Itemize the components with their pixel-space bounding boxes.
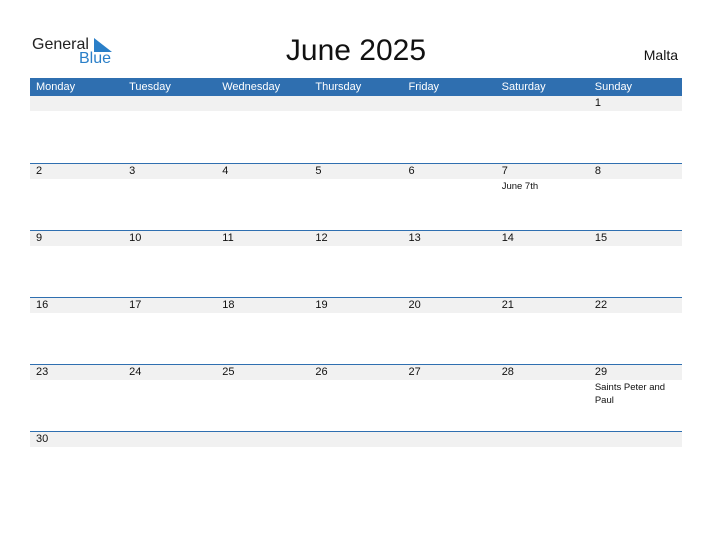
day-cell: 21 bbox=[496, 298, 589, 364]
day-cell: 19 bbox=[309, 298, 402, 364]
day-number: 7 bbox=[501, 165, 508, 177]
day-cell: 13 bbox=[403, 231, 496, 297]
day-cell: 12 bbox=[309, 231, 402, 297]
day-number: 24 bbox=[129, 366, 142, 378]
day-cell: 24 bbox=[123, 365, 216, 431]
calendar-title: June 2025 bbox=[285, 34, 427, 67]
day-number: 14 bbox=[501, 232, 514, 244]
day-cell bbox=[309, 96, 402, 162]
weekday-tuesday: Tuesday bbox=[129, 81, 171, 93]
day-cell bbox=[30, 96, 123, 162]
day-number: 12 bbox=[315, 232, 328, 244]
day-cell: 30 bbox=[30, 432, 123, 498]
day-number: 15 bbox=[594, 232, 608, 244]
weekday-header: Monday Tuesday Wednesday Thursday Friday Satu… bbox=[30, 78, 682, 96]
day-cell: 15 bbox=[589, 231, 682, 297]
weekday-friday: Friday bbox=[408, 81, 440, 93]
day-number: 5 bbox=[315, 165, 322, 177]
day-number: 8 bbox=[594, 165, 601, 177]
day-number: 16 bbox=[36, 299, 49, 311]
day-number: 28 bbox=[501, 366, 514, 378]
day-number: 6 bbox=[408, 165, 415, 177]
day-number: 29 bbox=[594, 366, 608, 378]
day-number: 20 bbox=[408, 299, 421, 311]
weekday-sunday: Sunday bbox=[594, 81, 633, 93]
day-cell: 11 bbox=[216, 231, 309, 297]
weekday-wednesday: Wednesday bbox=[222, 81, 281, 93]
day-cell: 29 Saints Peter and Paul bbox=[589, 365, 682, 431]
day-number: 18 bbox=[222, 299, 235, 311]
day-number: 25 bbox=[222, 366, 235, 378]
weekday-saturday: Saturday bbox=[501, 81, 546, 93]
week-row: 2 3 4 5 6 7 June 7th 8 bbox=[30, 163, 682, 230]
day-cell: 1 bbox=[589, 96, 682, 162]
day-cell: 23 bbox=[30, 365, 123, 431]
day-cell bbox=[496, 432, 589, 498]
day-number: 11 bbox=[222, 232, 234, 244]
day-cell: 9 bbox=[30, 231, 123, 297]
calendar-grid: Monday Tuesday Wednesday Thursday Friday Satu… bbox=[30, 78, 682, 451]
week-row: 9 10 11 12 13 14 15 bbox=[30, 230, 682, 297]
day-number: 10 bbox=[129, 232, 142, 244]
day-number: 9 bbox=[36, 232, 43, 244]
day-number: 13 bbox=[408, 232, 421, 244]
day-cell: 17 bbox=[123, 298, 216, 364]
day-cell bbox=[123, 96, 216, 162]
weekday-thursday: Thursday bbox=[315, 81, 362, 93]
day-number: 22 bbox=[594, 299, 608, 311]
day-cell: 28 bbox=[496, 365, 589, 431]
day-cell: 2 bbox=[30, 164, 123, 230]
day-number: 23 bbox=[36, 366, 49, 378]
week-row: 30 bbox=[30, 431, 682, 451]
day-number: 3 bbox=[129, 165, 136, 177]
day-cell: 8 bbox=[589, 164, 682, 230]
holiday-label: Saints Peter and Paul bbox=[594, 382, 666, 406]
holiday-label: June 7th bbox=[501, 181, 539, 192]
day-number: 19 bbox=[315, 299, 328, 311]
day-cell: 25 bbox=[216, 365, 309, 431]
day-cell: 10 bbox=[123, 231, 216, 297]
day-cell bbox=[496, 96, 589, 162]
day-cell bbox=[216, 432, 309, 498]
day-number: 27 bbox=[408, 366, 421, 378]
weekday-monday: Monday bbox=[36, 81, 76, 93]
day-cell: 14 bbox=[496, 231, 589, 297]
day-cell: 16 bbox=[30, 298, 123, 364]
day-cell bbox=[123, 432, 216, 498]
day-cell: 27 bbox=[403, 365, 496, 431]
week-row: 1 bbox=[30, 96, 682, 163]
day-cell: 7 June 7th bbox=[496, 164, 589, 230]
day-number: 17 bbox=[129, 299, 142, 311]
day-cell bbox=[403, 432, 496, 498]
day-cell: 5 bbox=[309, 164, 402, 230]
country-label: Malta bbox=[643, 47, 678, 63]
day-number: 30 bbox=[36, 433, 49, 445]
day-number: 2 bbox=[36, 165, 43, 177]
week-row: 23 24 25 26 27 28 29 Saints Peter and Paul bbox=[30, 364, 682, 431]
day-cell bbox=[309, 432, 402, 498]
day-cell: 4 bbox=[216, 164, 309, 230]
day-cell: 20 bbox=[403, 298, 496, 364]
day-cell: 6 bbox=[403, 164, 496, 230]
day-cell bbox=[403, 96, 496, 162]
day-number: 4 bbox=[222, 165, 229, 177]
day-cell: 26 bbox=[309, 365, 402, 431]
day-number: 26 bbox=[315, 366, 328, 378]
day-cell: 18 bbox=[216, 298, 309, 364]
day-number: 21 bbox=[501, 299, 514, 311]
day-cell: 3 bbox=[123, 164, 216, 230]
day-cell bbox=[216, 96, 309, 162]
day-cell: 22 bbox=[589, 298, 682, 364]
week-row: 16 17 18 19 20 21 22 bbox=[30, 297, 682, 364]
day-cell bbox=[589, 432, 682, 498]
day-number: 1 bbox=[594, 97, 601, 109]
